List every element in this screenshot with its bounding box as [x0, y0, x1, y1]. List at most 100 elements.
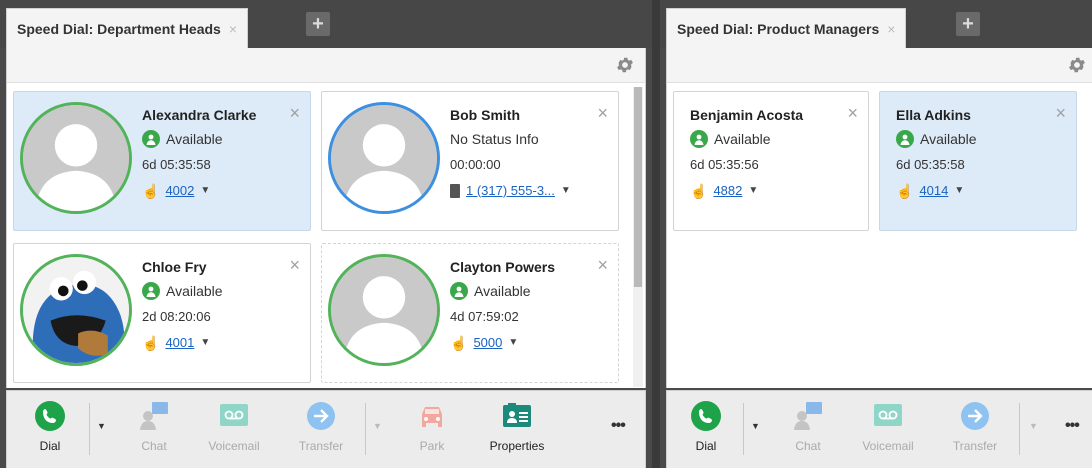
- chevron-down-icon[interactable]: ▼: [561, 178, 571, 204]
- park-button[interactable]: Park: [407, 399, 457, 461]
- dial-button[interactable]: Dial: [25, 399, 75, 461]
- transfer-label: Transfer: [952, 439, 998, 453]
- chat-icon: [791, 399, 825, 433]
- close-icon[interactable]: ×: [289, 256, 300, 274]
- tab-bar: Speed Dial: Product Managers × +: [660, 0, 1092, 48]
- avatar: [20, 254, 132, 366]
- chevron-down-icon[interactable]: ▼: [200, 178, 210, 204]
- tab-close-icon[interactable]: ×: [229, 21, 237, 37]
- contacts-grid: Benjamin Acosta Available 6d 05:35:56 ☝ 4…: [666, 82, 1092, 388]
- voicemail-label: Voicemail: [208, 439, 260, 453]
- contact-card[interactable]: Chloe Fry Available 2d 08:20:06 ☝ 4001 ▼ ×: [13, 243, 311, 383]
- chat-label: Chat: [795, 439, 821, 453]
- chevron-down-icon[interactable]: ▼: [751, 421, 760, 431]
- tab-department-heads[interactable]: Speed Dial: Department Heads ×: [6, 8, 249, 48]
- action-toolbar: Dial ▼ Chat Voicemail Transfer ▼ •••: [666, 390, 1092, 468]
- settings-strip: [666, 48, 1092, 82]
- contact-card[interactable]: Bob Smith No Status Info 00:00:00 1 (317…: [321, 91, 619, 231]
- status-text: Available: [714, 131, 771, 147]
- id-card-icon: [500, 399, 534, 433]
- voicemail-icon: [871, 399, 905, 433]
- properties-label: Properties: [489, 439, 545, 453]
- chat-label: Chat: [141, 439, 167, 453]
- close-icon[interactable]: ×: [1055, 104, 1066, 122]
- chat-button[interactable]: Chat: [129, 399, 179, 461]
- chevron-down-icon[interactable]: ▼: [200, 330, 210, 356]
- available-status-icon: [450, 282, 468, 300]
- close-icon[interactable]: ×: [597, 104, 608, 122]
- extension-link[interactable]: 4002: [165, 178, 194, 204]
- transfer-button[interactable]: Transfer: [293, 399, 349, 461]
- extension-link[interactable]: 4882: [713, 178, 742, 204]
- separator: [89, 403, 90, 455]
- close-icon[interactable]: ×: [597, 256, 608, 274]
- status-text: Available: [166, 283, 223, 299]
- avatar: [328, 254, 440, 366]
- more-button[interactable]: •••: [1065, 417, 1080, 435]
- tab-close-icon[interactable]: ×: [887, 21, 895, 37]
- extension-link[interactable]: 5000: [473, 330, 502, 356]
- voicemail-icon: [217, 399, 251, 433]
- chat-button[interactable]: Chat: [783, 399, 833, 461]
- status-timer: 2d 08:20:06: [142, 309, 211, 324]
- extension-link[interactable]: 4001: [165, 330, 194, 356]
- status-text: No Status Info: [450, 131, 539, 147]
- hand-pointer-icon: ☝: [450, 335, 468, 351]
- chevron-down-icon[interactable]: ▼: [1029, 421, 1038, 431]
- status-timer: 4d 07:59:02: [450, 309, 519, 324]
- dial-label: Dial: [695, 439, 717, 453]
- chevron-down-icon[interactable]: ▼: [508, 330, 518, 356]
- close-icon[interactable]: ×: [847, 104, 858, 122]
- scroll-thumb[interactable]: [634, 87, 642, 287]
- chevron-down-icon[interactable]: ▼: [954, 178, 964, 204]
- hand-pointer-icon: ☝: [142, 183, 160, 199]
- available-status-icon: [142, 282, 160, 300]
- voicemail-button[interactable]: Voicemail: [857, 399, 919, 461]
- dial-button[interactable]: Dial: [681, 399, 731, 461]
- contact-card[interactable]: Benjamin Acosta Available 6d 05:35:56 ☝ 4…: [673, 91, 869, 231]
- gear-icon[interactable]: [1067, 55, 1087, 75]
- voicemail-button[interactable]: Voicemail: [203, 399, 265, 461]
- status-text: Available: [920, 131, 977, 147]
- chat-icon: [137, 399, 171, 433]
- contact-name: Alexandra Clarke: [142, 107, 257, 123]
- status-text: Available: [474, 283, 531, 299]
- speed-dial-panel-product-managers: Speed Dial: Product Managers × + Benjami…: [660, 0, 1092, 468]
- close-icon[interactable]: ×: [289, 104, 300, 122]
- extension-link[interactable]: 1 (317) 555-3...: [466, 178, 555, 204]
- contact-card[interactable]: Clayton Powers Available 4d 07:59:02 ☝ 50…: [321, 243, 619, 383]
- available-status-icon: [142, 130, 160, 148]
- extension-link[interactable]: 4014: [919, 178, 948, 204]
- contact-card[interactable]: Ella Adkins Available 6d 05:35:58 ☝ 4014 ▼…: [879, 91, 1077, 231]
- park-label: Park: [419, 439, 445, 453]
- transfer-icon: [304, 399, 338, 433]
- contact-card[interactable]: Alexandra Clarke Available 6d 05:35:58 ☝…: [13, 91, 311, 231]
- voicemail-label: Voicemail: [862, 439, 914, 453]
- scrollbar[interactable]: [633, 87, 643, 387]
- speed-dial-panel-department-heads: Speed Dial: Department Heads × + Alexand…: [0, 0, 652, 468]
- properties-button[interactable]: Properties: [477, 399, 557, 461]
- phone-icon: [33, 399, 67, 433]
- hand-pointer-icon: ☝: [142, 335, 160, 351]
- add-tab-button[interactable]: +: [956, 12, 980, 36]
- separator: [1019, 403, 1020, 455]
- hand-pointer-icon: ☝: [690, 183, 708, 199]
- separator: [743, 403, 744, 455]
- available-status-icon: [690, 130, 708, 148]
- transfer-icon: [958, 399, 992, 433]
- tab-product-managers[interactable]: Speed Dial: Product Managers ×: [666, 8, 907, 48]
- chevron-down-icon[interactable]: ▼: [373, 421, 382, 431]
- transfer-button[interactable]: Transfer: [947, 399, 1003, 461]
- status-timer: 6d 05:35:58: [896, 157, 965, 172]
- chevron-down-icon[interactable]: ▼: [97, 421, 106, 431]
- separator: [365, 403, 366, 455]
- dial-label: Dial: [39, 439, 61, 453]
- more-button[interactable]: •••: [611, 417, 626, 435]
- avatar: [328, 102, 440, 214]
- chevron-down-icon[interactable]: ▼: [748, 178, 758, 204]
- avatar: [20, 102, 132, 214]
- settings-strip: [6, 48, 646, 82]
- gear-icon[interactable]: [615, 55, 635, 75]
- add-tab-button[interactable]: +: [306, 12, 330, 36]
- hand-pointer-icon: ☝: [896, 183, 914, 199]
